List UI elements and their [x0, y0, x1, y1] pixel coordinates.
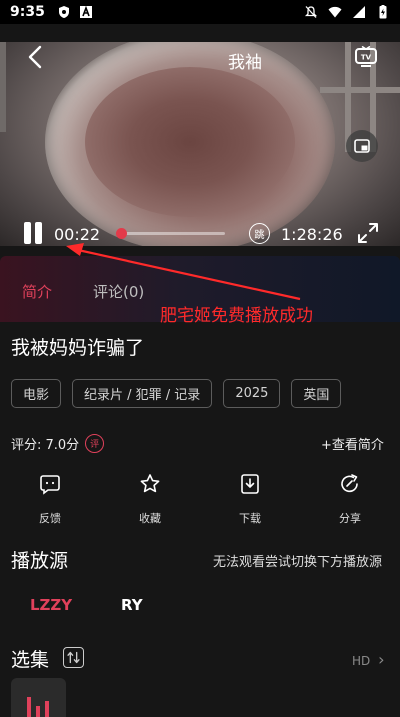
view-intro-link[interactable]: +查看简介 [321, 434, 384, 453]
status-bar: 9:35 [0, 0, 400, 24]
video-grate [0, 42, 6, 132]
feedback-button[interactable]: 反馈 [0, 472, 100, 526]
signal-icon [353, 6, 365, 18]
equalizer-icon [27, 697, 49, 717]
wifi-icon [328, 6, 342, 18]
action-label: 反馈 [39, 512, 61, 525]
tag-chip[interactable]: 电影 [11, 379, 62, 408]
rate-icon[interactable]: 评 [85, 434, 105, 453]
tag-chip[interactable]: 纪录片 / 犯罪 / 记录 [72, 379, 213, 408]
video-title: 我袖 [228, 53, 262, 73]
episodes-heading: 选集 [11, 649, 50, 671]
video-name: 我被妈妈诈骗了 [11, 337, 145, 359]
tag-chip[interactable]: 英国 [291, 379, 342, 408]
tag-chip[interactable]: 2025 [223, 379, 281, 408]
rating: 评分: 7.0分 评 [11, 434, 105, 453]
status-time: 9:35 [10, 4, 45, 20]
tab-comments[interactable]: 评论(0) [93, 281, 144, 302]
share-button[interactable]: 分享 [300, 472, 400, 526]
rating-label: 评分: 7.0分 [11, 438, 80, 453]
source-option-ry[interactable]: RY [121, 596, 143, 614]
shield-icon [58, 6, 69, 18]
video-chocolate-shape [85, 67, 295, 217]
star-icon [140, 474, 160, 493]
source-option-lzzy[interactable]: LZZY [30, 596, 72, 614]
progress-thumb[interactable] [116, 228, 127, 239]
chevron-right-icon: › [378, 650, 385, 669]
tab-intro[interactable]: 简介 [22, 281, 52, 302]
action-row: 反馈 收藏 下载 分享 [0, 472, 400, 526]
a-box-icon [79, 5, 92, 18]
progress-bar[interactable] [120, 232, 225, 235]
video-player[interactable] [0, 42, 400, 246]
annotation-text: 肥宅姬免费播放成功 [160, 306, 313, 326]
back-arrow-icon[interactable] [26, 45, 44, 69]
feedback-icon [40, 475, 60, 495]
video-grate [320, 87, 400, 93]
tag-list: 电影 纪录片 / 犯罪 / 记录 2025 英国 [11, 379, 342, 408]
download-button[interactable]: 下载 [200, 472, 300, 526]
mute-icon [304, 6, 318, 18]
battery-icon [379, 5, 387, 19]
action-label: 下载 [239, 512, 261, 525]
total-time: 1:28:26 [281, 225, 343, 244]
quality-selector[interactable]: HD › [352, 650, 385, 669]
svg-text:TV: TV [361, 54, 372, 62]
tv-cast-icon[interactable]: TV [354, 46, 378, 68]
skip-intro-icon[interactable]: 跳 [249, 223, 270, 244]
sort-icon[interactable] [63, 647, 84, 668]
current-time: 00:22 [54, 225, 101, 244]
pip-button[interactable] [346, 130, 378, 162]
action-label: 收藏 [139, 512, 161, 525]
pip-icon [354, 139, 370, 153]
quality-label: HD [352, 654, 371, 668]
action-label: 分享 [339, 512, 361, 525]
share-icon [341, 474, 358, 493]
pause-button[interactable] [22, 222, 44, 244]
source-hint: 无法观看尝试切换下方播放源 [213, 555, 383, 570]
download-icon [241, 474, 259, 494]
favorite-button[interactable]: 收藏 [100, 472, 200, 526]
fullscreen-icon[interactable] [357, 222, 379, 244]
source-heading: 播放源 [11, 550, 69, 572]
